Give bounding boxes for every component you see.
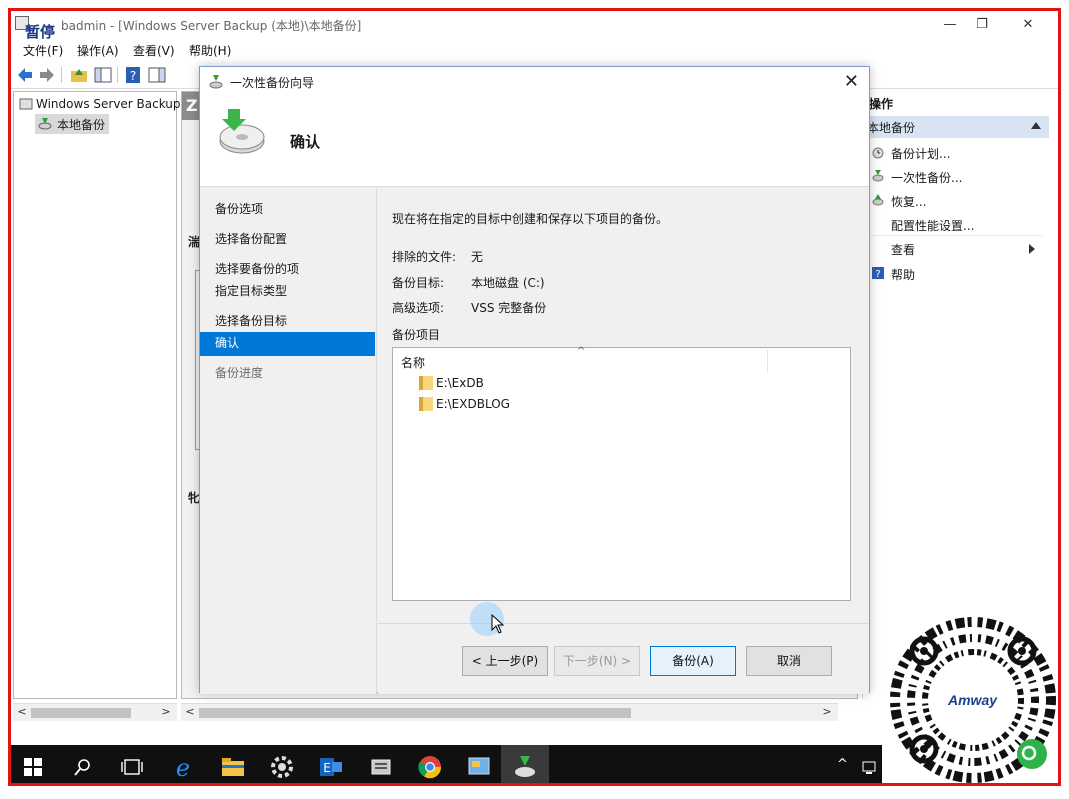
close-window-button[interactable]: ✕ xyxy=(1013,15,1043,35)
server-manager-icon[interactable] xyxy=(367,753,395,781)
actions-section-local-backup[interactable]: 本地备份 xyxy=(863,116,1049,138)
exchange-icon[interactable]: E xyxy=(317,753,345,781)
next-button[interactable]: 下一步(N) > xyxy=(554,646,640,676)
step-destination-type[interactable]: 指定目标类型 xyxy=(200,280,375,302)
backup-items-list[interactable]: ^ 名称 E:\ExDB E:\EXDBLOG xyxy=(392,346,851,601)
back-arrow-icon[interactable] xyxy=(15,65,35,85)
backup-disk-icon xyxy=(219,109,265,154)
svg-text:e: e xyxy=(176,754,190,781)
control-panel-icon[interactable] xyxy=(465,753,493,781)
step-backup-options[interactable]: 备份选项 xyxy=(200,198,375,220)
step-backup-progress: 备份进度 xyxy=(215,366,264,380)
backup-wizard-dialog: 一次性备份向导 ✕ 确认 备份选项 选择备份配置 选择要备份的项 指定目标类型 … xyxy=(199,66,870,694)
excluded-files-value: 无 xyxy=(471,250,484,264)
qr-brand-text: Amway xyxy=(948,692,998,708)
tree-root-label: Windows Server Backup xyxy=(36,97,181,111)
show-hide-tree-icon[interactable] xyxy=(93,65,113,85)
advanced-option-value: VSS 完整备份 xyxy=(471,301,547,315)
collapse-triangle-icon[interactable] xyxy=(1031,122,1041,129)
center-hscrollbar[interactable]: < > xyxy=(181,703,838,721)
settings-gear-icon[interactable] xyxy=(268,753,296,781)
tree-item-local-backup[interactable]: 本地备份 xyxy=(35,114,110,134)
schedule-icon xyxy=(872,147,884,159)
backup-icon xyxy=(872,170,884,182)
svg-text:E: E xyxy=(323,761,331,775)
action-view[interactable]: 查看 xyxy=(871,239,1043,259)
network-icon[interactable] xyxy=(861,759,877,775)
advanced-option-label: 高级选项: xyxy=(392,301,445,315)
step-confirmation[interactable]: 确认 xyxy=(200,332,375,356)
dialog-close-button[interactable]: ✕ xyxy=(844,71,859,92)
wizard-content: 现在将在指定的目标中创建和保存以下项目的备份。 排除的文件: 无 备份目标: 本… xyxy=(378,188,869,622)
wbadmin-taskbar-button[interactable] xyxy=(501,745,549,783)
help-icon: ? xyxy=(872,267,884,280)
menu-view[interactable]: 查看(V) xyxy=(133,42,175,59)
local-backup-icon xyxy=(38,118,52,130)
server-backup-icon xyxy=(19,98,33,110)
menu-bar: 文件(F) 操作(A) 查看(V) 帮助(H) xyxy=(11,39,1058,61)
svg-text:?: ? xyxy=(875,269,880,280)
cancel-button[interactable]: 取消 xyxy=(746,646,832,676)
actions-pane: 操作 本地备份 备份计划... 一次性备份... 恢复... 配置性能设置...… xyxy=(862,91,1049,699)
actions-header: 操作 xyxy=(869,97,894,111)
backup-button[interactable]: 备份(A) xyxy=(650,646,736,676)
intro-text: 现在将在指定的目标中创建和保存以下项目的备份。 xyxy=(392,212,669,226)
chrome-icon[interactable] xyxy=(416,753,444,781)
dialog-footer: < 上一步(P) 下一步(N) > 备份(A) 取消 xyxy=(378,623,869,694)
forward-arrow-icon[interactable] xyxy=(37,65,57,85)
list-header: ^ 名称 xyxy=(393,346,850,372)
recover-icon xyxy=(872,194,884,206)
console-tree: Windows Server Backup 本地备份 xyxy=(13,91,181,699)
sort-ascending-icon: ^ xyxy=(577,346,586,357)
help-icon[interactable]: ? xyxy=(123,65,143,85)
window-title: badmin - [Windows Server Backup (本地)\本地备… xyxy=(61,19,362,33)
wizard-title-icon xyxy=(209,75,223,89)
dialog-titlebar[interactable]: 一次性备份向导 ✕ xyxy=(200,67,869,97)
tray-expand-icon[interactable]: ^ xyxy=(837,757,848,772)
file-explorer-icon[interactable] xyxy=(219,753,247,781)
show-action-pane-icon[interactable] xyxy=(147,65,167,85)
up-folder-icon[interactable] xyxy=(69,65,89,85)
column-name-header[interactable]: 名称 xyxy=(401,354,425,371)
excluded-files-label: 排除的文件: xyxy=(392,250,457,264)
windows-start-icon[interactable] xyxy=(23,757,43,777)
backup-destination-label: 备份目标: xyxy=(392,276,445,290)
page-heading: 确认 xyxy=(290,133,321,151)
step-select-destination[interactable]: 选择备份目标 xyxy=(200,310,375,332)
folder-icon xyxy=(419,376,433,390)
mouse-cursor-icon xyxy=(491,614,505,634)
qr-code-overlay: Amway xyxy=(882,609,1058,783)
minimize-button[interactable]: — xyxy=(935,15,965,35)
step-select-config[interactable]: 选择备份配置 xyxy=(200,228,375,250)
menu-help[interactable]: 帮助(H) xyxy=(189,42,231,59)
tree-child-label: 本地备份 xyxy=(57,118,106,132)
folder-icon xyxy=(419,397,433,411)
menu-action[interactable]: 操作(A) xyxy=(77,42,119,59)
menu-file[interactable]: 文件(F) xyxy=(23,42,63,59)
previous-button[interactable]: < 上一步(P) xyxy=(462,646,548,676)
edge-browser-icon[interactable]: e xyxy=(169,753,197,781)
backup-taskbar-icon xyxy=(515,756,535,777)
dialog-header: 确认 xyxy=(200,97,869,187)
window-titlebar[interactable]: 暂停 badmin - [Windows Server Backup (本地)\… xyxy=(11,11,1058,41)
wizard-steps: 备份选项 选择备份配置 选择要备份的项 指定目标类型 选择备份目标 确认 备份进… xyxy=(200,188,377,694)
step-select-items[interactable]: 选择要备份的项 xyxy=(200,258,375,280)
restore-button[interactable]: ❐ xyxy=(967,15,997,35)
tree-hscrollbar[interactable]: < > xyxy=(13,703,177,721)
dialog-title: 一次性备份向导 xyxy=(230,76,315,90)
backup-destination-value: 本地磁盘 (C:) xyxy=(471,276,545,290)
actions-section-label: 本地备份 xyxy=(867,121,916,135)
svg-text:?: ? xyxy=(130,69,136,83)
backup-items-label: 备份项目 xyxy=(392,328,441,342)
task-view-icon[interactable] xyxy=(121,757,143,777)
screen-frame: 暂停 badmin - [Windows Server Backup (本地)\… xyxy=(8,8,1061,786)
center-fragment: Z xyxy=(186,96,198,115)
submenu-arrow-icon xyxy=(1029,244,1035,254)
search-icon[interactable] xyxy=(73,757,93,777)
